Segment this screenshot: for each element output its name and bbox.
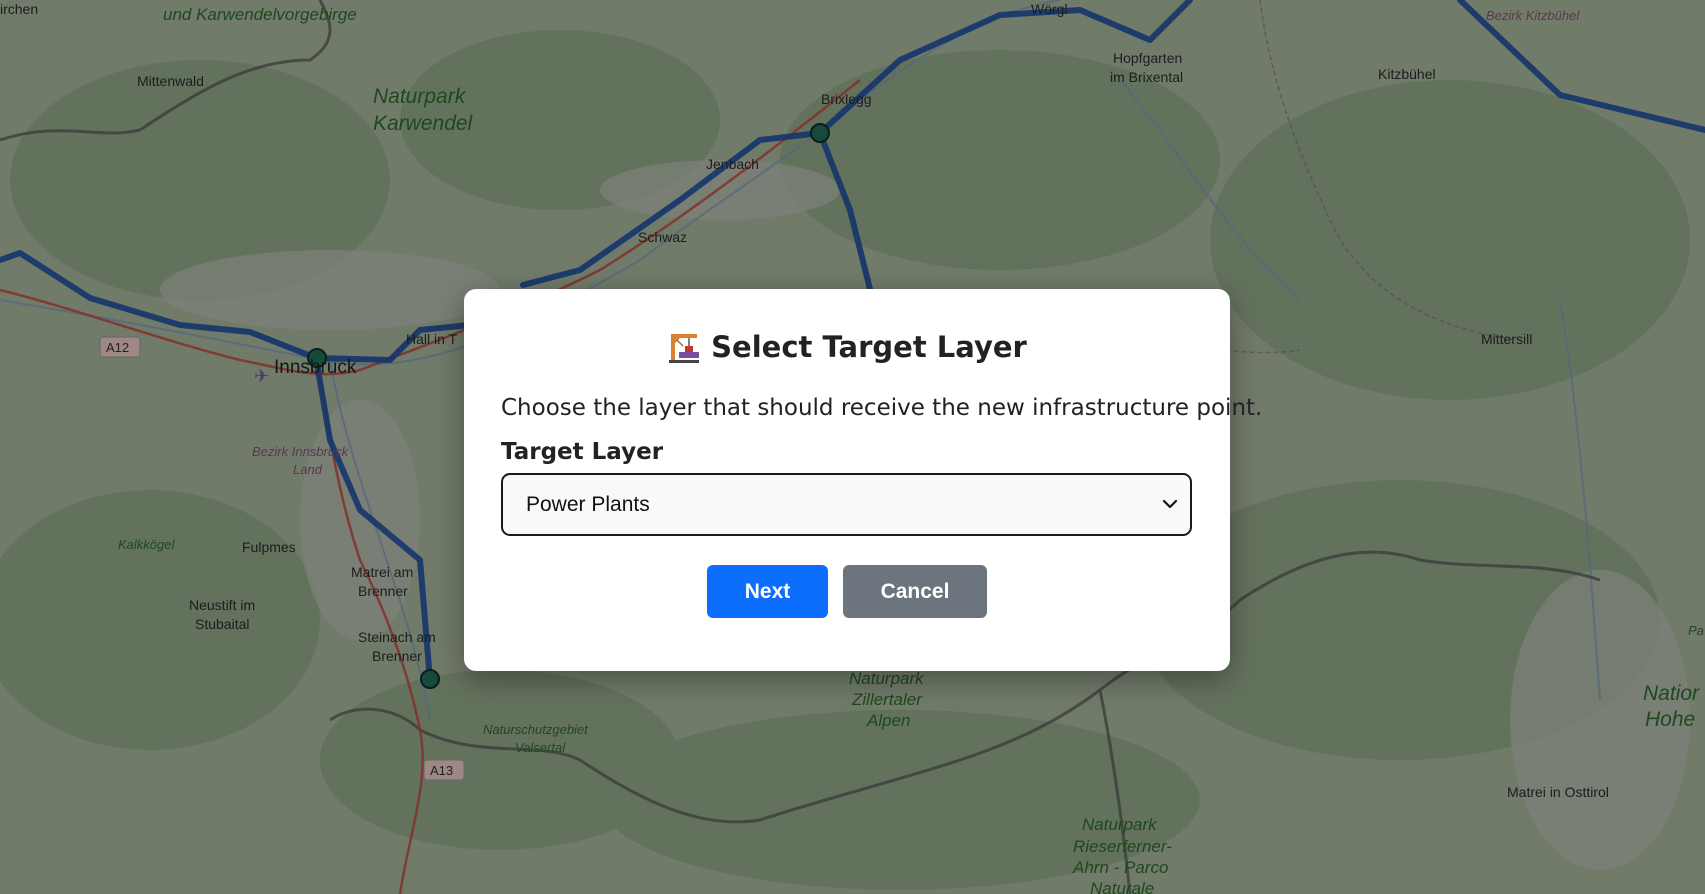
cancel-button[interactable]: Cancel xyxy=(843,565,987,618)
target-layer-label: Target Layer xyxy=(501,439,664,465)
next-button[interactable]: Next xyxy=(707,565,828,618)
dialog-title: Select Target Layer xyxy=(501,325,1193,369)
target-layer-selected-value: Power Plants xyxy=(526,492,650,516)
dialog-title-text: Select Target Layer xyxy=(711,330,1027,364)
select-target-layer-dialog: Select Target Layer Choose the layer tha… xyxy=(464,289,1263,671)
dialog-description: Choose the layer that should receive the… xyxy=(501,395,1263,421)
chevron-down-icon xyxy=(1162,499,1178,509)
target-layer-select[interactable]: Power Plants xyxy=(501,473,1192,536)
dialog-actions: Next Cancel xyxy=(501,565,1193,618)
construction-crane-icon xyxy=(669,334,700,363)
